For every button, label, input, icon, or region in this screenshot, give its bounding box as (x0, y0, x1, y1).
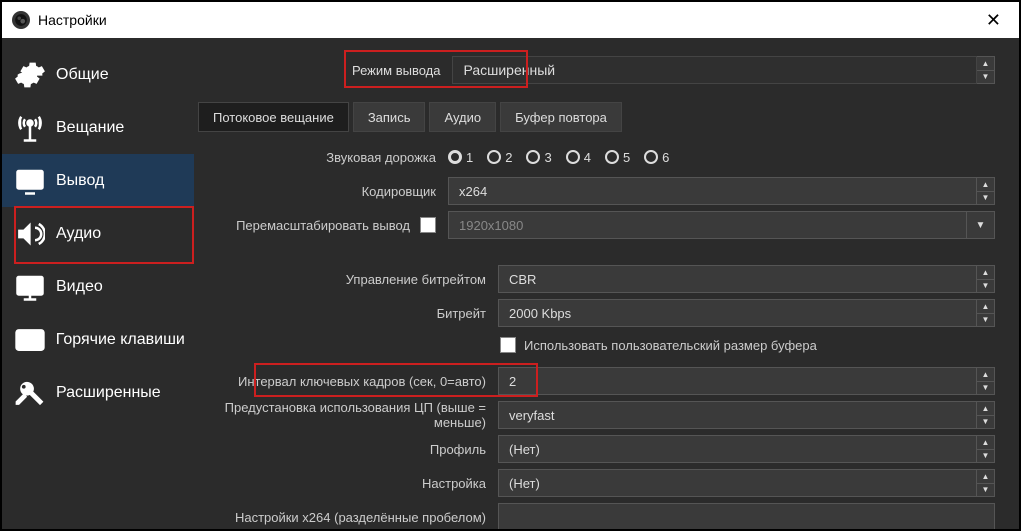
chevron-up-icon[interactable]: ▲ (977, 435, 995, 449)
encoder-label: Кодировщик (198, 184, 448, 199)
close-icon[interactable]: ✕ (978, 8, 1009, 33)
rescale-checkbox[interactable] (420, 217, 436, 233)
profile-select[interactable]: (Нет) (498, 435, 977, 463)
keyboard-icon (12, 322, 48, 358)
rescale-label-wrap: Перемасштабировать вывод (198, 217, 448, 233)
tab-recording[interactable]: Запись (353, 102, 426, 132)
sidebar-item-label: Расширенные (56, 384, 161, 402)
audio-track-radios: 1 2 3 4 5 6 (448, 150, 669, 165)
tab-audio[interactable]: Аудио (429, 102, 496, 132)
speaker-icon (12, 216, 48, 252)
chevron-up-icon[interactable]: ▲ (977, 469, 995, 483)
x264opts-label: Настройки x264 (разделённые пробелом) (198, 510, 498, 525)
tools-icon (12, 375, 48, 411)
tab-streaming[interactable]: Потоковое вещание (198, 102, 349, 132)
chevron-up-icon[interactable]: ▲ (977, 177, 995, 191)
chevron-up-icon[interactable]: ▲ (977, 401, 995, 415)
tune-label: Настройка (198, 476, 498, 491)
chevron-up-icon[interactable]: ▲ (977, 56, 995, 70)
audio-track-6[interactable]: 6 (644, 150, 669, 165)
cpu-preset-label: Предустановка использования ЦП (выше = м… (198, 400, 498, 430)
chevron-up-icon[interactable]: ▲ (977, 265, 995, 279)
chevron-down-icon[interactable]: ▼ (977, 483, 995, 498)
bitrate-input[interactable]: 2000 Kbps (498, 299, 977, 327)
sidebar-item-general[interactable]: Общие (2, 48, 194, 101)
audio-track-4[interactable]: 4 (566, 150, 591, 165)
keyint-input[interactable]: 2 (498, 367, 977, 395)
sidebar-item-stream[interactable]: Вещание (2, 101, 194, 154)
keyint-label: Интервал ключевых кадров (сек, 0=авто) (198, 374, 498, 389)
broadcast-icon (12, 110, 48, 146)
output-tabs: Потоковое вещание Запись Аудио Буфер пов… (198, 102, 995, 132)
content-area: Режим вывода Расширенный ▲ ▼ Потоковое в… (194, 38, 1019, 529)
chevron-down-icon[interactable]: ▼ (977, 415, 995, 430)
sidebar-item-hotkeys[interactable]: Горячие клавиши (2, 313, 194, 366)
sidebar-item-label: Аудио (56, 225, 101, 243)
chevron-down-icon[interactable]: ▼ (977, 449, 995, 464)
custom-buffer-label: Использовать пользовательский размер буф… (524, 338, 817, 353)
monitor-icon (12, 269, 48, 305)
gear-icon (12, 57, 48, 93)
audio-track-1[interactable]: 1 (448, 150, 473, 165)
sidebar-item-output[interactable]: Вывод (2, 154, 194, 207)
audio-track-5[interactable]: 5 (605, 150, 630, 165)
chevron-down-icon[interactable]: ▼ (967, 211, 995, 239)
output-mode-value: Расширенный (463, 62, 555, 78)
sidebar-item-label: Общие (56, 66, 109, 84)
tune-select[interactable]: (Нет) (498, 469, 977, 497)
chevron-down-icon[interactable]: ▼ (977, 279, 995, 294)
chevron-up-icon[interactable]: ▲ (977, 367, 995, 381)
rate-control-select[interactable]: CBR (498, 265, 977, 293)
audio-track-label: Звуковая дорожка (198, 150, 448, 165)
titlebar: Настройки ✕ (2, 2, 1019, 38)
audio-track-2[interactable]: 2 (487, 150, 512, 165)
sidebar: Общие Вещание Вывод Аудио Видео (2, 38, 194, 529)
window-title: Настройки (38, 12, 978, 28)
cpu-preset-select[interactable]: veryfast (498, 401, 977, 429)
sidebar-item-advanced[interactable]: Расширенные (2, 366, 194, 419)
tab-replay-buffer[interactable]: Буфер повтора (500, 102, 622, 132)
output-icon (12, 163, 48, 199)
chevron-down-icon[interactable]: ▼ (977, 70, 995, 85)
bitrate-label: Битрейт (198, 306, 498, 321)
rate-control-label: Управление битрейтом (198, 272, 498, 287)
output-mode-select[interactable]: Расширенный (452, 56, 977, 84)
sidebar-item-label: Вывод (56, 172, 104, 190)
sidebar-item-label: Видео (56, 278, 103, 296)
chevron-up-icon[interactable]: ▲ (977, 299, 995, 313)
output-mode-label: Режим вывода (348, 63, 444, 78)
app-icon (12, 11, 30, 29)
sidebar-item-video[interactable]: Видео (2, 260, 194, 313)
sidebar-item-label: Вещание (56, 119, 124, 137)
rescale-select[interactable]: 1920x1080 (448, 211, 967, 239)
chevron-down-icon[interactable]: ▼ (977, 313, 995, 328)
sidebar-item-audio[interactable]: Аудио (2, 207, 194, 260)
sidebar-item-label: Горячие клавиши (56, 331, 184, 349)
profile-label: Профиль (198, 442, 498, 457)
audio-track-3[interactable]: 3 (526, 150, 551, 165)
chevron-down-icon[interactable]: ▼ (977, 381, 995, 396)
chevron-down-icon[interactable]: ▼ (977, 191, 995, 206)
encoder-select[interactable]: x264 (448, 177, 977, 205)
custom-buffer-checkbox[interactable] (500, 337, 516, 353)
x264opts-input[interactable] (498, 503, 995, 529)
